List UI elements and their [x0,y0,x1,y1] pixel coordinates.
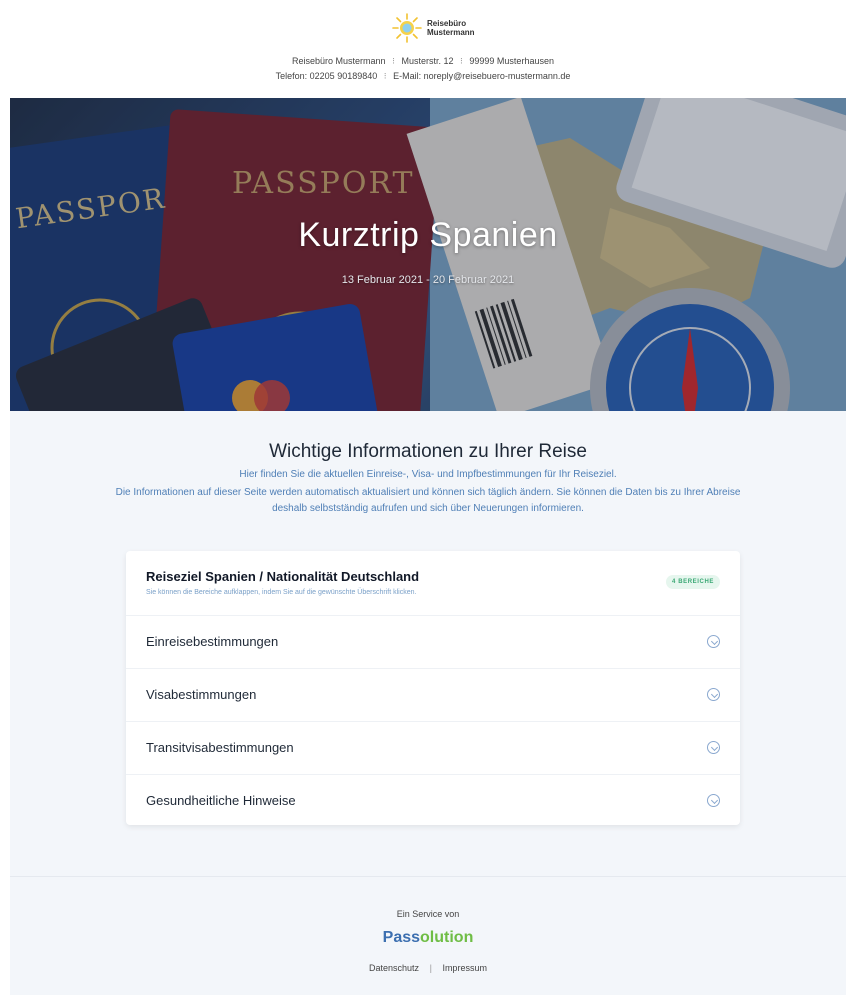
service-label: Ein Service von [396,909,460,919]
logo-line-1: Reisebüro [427,19,467,28]
chevron-down-icon[interactable] [707,635,720,648]
imprint-link[interactable]: Impressum [442,963,487,973]
logo[interactable]: Reisebüro Mustermann [391,12,475,44]
card-header: Reiseziel Spanien / Nationalität Deutsch… [126,551,740,616]
footer: Ein Service von Passolution Datenschutz … [10,876,846,995]
brand-part-2: olution [420,929,474,946]
accordion-transit-visa-requirements[interactable]: Transitvisabestimmungen [126,722,740,775]
chevron-down-icon[interactable] [707,741,720,754]
brand-part-1: Pass [382,929,421,946]
hero-title: Kurztrip Spanien [298,216,558,254]
phone[interactable]: Telefon: 02205 90189840 [276,71,378,81]
info-section: Wichtige Informationen zu Ihrer Reise Hi… [10,411,846,876]
contact-line-2: Telefon: 02205 90189840 ⁝ E-Mail: norepl… [0,69,846,84]
sections-count-badge: 4 BEREICHE [665,575,720,589]
separator: ⁝ [460,56,463,66]
passolution-logo[interactable]: Passolution [10,929,846,947]
separator: ⁝ [392,56,395,66]
hero-dates: 13 Februar 2021 - 20 Februar 2021 [341,274,515,286]
page: Reisebüro Mustermann Reisebüro Musterman… [0,0,846,995]
card-title: Reiseziel Spanien / Nationalität Deutsch… [146,569,420,584]
footer-links: Datenschutz | Impressum [10,963,846,973]
separator: ⁝ [383,71,387,81]
contact-info: Reisebüro Mustermann ⁝ Musterstr. 12 ⁝ 9… [0,54,846,84]
privacy-link[interactable]: Datenschutz [369,963,419,973]
info-title: Wichtige Informationen zu Ihrer Reise [269,441,587,462]
accordion-visa-requirements[interactable]: Visabestimmungen [126,669,740,722]
accordion-label: Gesundheitliche Hinweise [146,793,296,808]
chevron-down-icon[interactable] [707,794,720,807]
info-text: Die Informationen auf dieser Seite werde… [115,487,741,514]
contact-line-1: Reisebüro Mustermann ⁝ Musterstr. 12 ⁝ 9… [0,54,846,69]
accordion-health-notes[interactable]: Gesundheitliche Hinweise [126,775,740,827]
info-subtitle: Hier finden Sie die aktuellen Einreise-,… [239,469,617,480]
hero-banner: PASSPORT PASSPOR Kurztrip Spanien 13 Feb… [10,98,846,411]
header: Reisebüro Mustermann Reisebüro Musterman… [0,0,846,98]
company-name: Reisebüro Mustermann [292,56,386,66]
sun-icon [392,13,422,43]
email[interactable]: E-Mail: noreply@reisebuero-mustermann.de [393,71,570,81]
accordion-label: Visabestimmungen [146,687,257,702]
logo-line-2: Mustermann [427,28,475,37]
accordion-label: Einreisebestimmungen [146,634,279,649]
separator: | [429,963,432,973]
street: Musterstr. 12 [401,56,454,66]
accordion-entry-requirements[interactable]: Einreisebestimmungen [126,616,740,669]
logo-text: Reisebüro Mustermann [427,19,475,37]
accordion-label: Transitvisabestimmungen [146,740,294,755]
card-hint: Sie können die Bereiche aufklappen, inde… [146,589,417,596]
chevron-down-icon[interactable] [707,688,720,701]
destination-card: Reiseziel Spanien / Nationalität Deutsch… [126,551,740,825]
city: 99999 Musterhausen [469,56,554,66]
